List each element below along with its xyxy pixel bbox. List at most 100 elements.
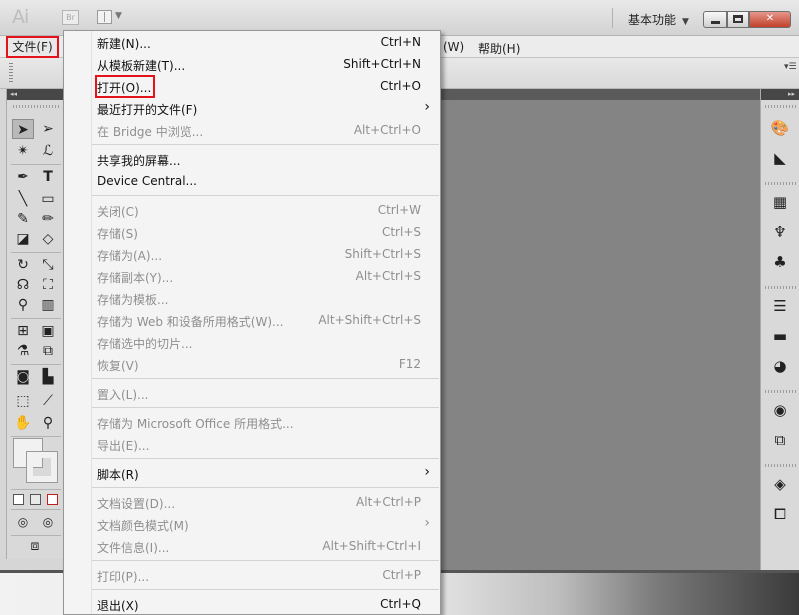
- type-tool-icon[interactable]: T: [37, 167, 59, 187]
- menu-separator: [92, 487, 439, 488]
- bridge-button[interactable]: Br: [62, 10, 79, 25]
- zoom-tool-icon[interactable]: ⚲: [37, 413, 59, 433]
- menu-item-label: 最近打开的文件(F): [97, 103, 198, 117]
- stroke-icon[interactable]: ☰: [770, 296, 790, 316]
- screen-mode-icon[interactable]: ⧈: [24, 536, 46, 556]
- menu-item-browse-in-bridge[interactable]: 在 Bridge 中浏览... Alt+Ctrl+O: [64, 120, 440, 142]
- artboards-icon[interactable]: ⧠: [770, 504, 790, 524]
- menu-item-device-central[interactable]: Device Central...: [64, 171, 440, 193]
- symbols-icon[interactable]: ♣: [770, 252, 790, 272]
- line-segment-tool-icon[interactable]: ╲: [12, 189, 34, 209]
- color-mode-button[interactable]: [13, 494, 24, 505]
- selection-tool-icon[interactable]: ➤: [12, 119, 34, 139]
- pen-tool-icon[interactable]: ✒: [12, 167, 34, 187]
- menu-item-save-as-template[interactable]: 存储为模板...: [64, 288, 440, 310]
- menu-help[interactable]: 帮助(H): [478, 40, 520, 57]
- menu-item-revert[interactable]: 恢复(V) F12: [64, 354, 440, 376]
- menu-item-share-my-screen[interactable]: 共享我的屏幕...: [64, 149, 440, 171]
- control-bar-grip[interactable]: [9, 63, 13, 83]
- artboard-tool-icon[interactable]: ⬚: [12, 391, 34, 411]
- menu-window[interactable]: (W): [443, 40, 464, 54]
- collapse-panel-button[interactable]: ◂◂: [7, 89, 63, 100]
- menu-item-exit[interactable]: 退出(X) Ctrl+Q: [64, 594, 440, 615]
- rotate-tool-icon[interactable]: ↻: [12, 255, 34, 275]
- blob-brush-tool-icon[interactable]: ◪: [12, 229, 34, 249]
- panel-grip[interactable]: [765, 182, 796, 185]
- mesh-tool-icon[interactable]: ⊞: [12, 321, 34, 341]
- panel-grip[interactable]: [765, 390, 796, 393]
- menu-item-shortcut: Shift+Ctrl+N: [343, 57, 421, 71]
- color-icon[interactable]: ◣: [770, 148, 790, 168]
- menu-item-save-as[interactable]: 存储为(A)... Shift+Ctrl+S: [64, 244, 440, 266]
- transparency-icon[interactable]: ◕: [770, 356, 790, 376]
- eyedropper-tool-icon[interactable]: ⚗: [12, 341, 34, 361]
- menu-file[interactable]: 文件(F): [6, 36, 59, 58]
- menu-item-place[interactable]: 置入(L)...: [64, 383, 440, 405]
- lasso-tool-icon[interactable]: ℒ: [37, 141, 59, 161]
- menu-item-close[interactable]: 关闭(C) Ctrl+W: [64, 200, 440, 222]
- graphic-styles-icon[interactable]: ⧉: [770, 430, 790, 450]
- gradient-icon[interactable]: ▬: [770, 326, 790, 346]
- menu-item-print[interactable]: 打印(P)... Ctrl+P: [64, 565, 440, 587]
- menu-item-save-for-office[interactable]: 存储为 Microsoft Office 所用格式...: [64, 412, 440, 434]
- fill-stroke-swatches[interactable]: [13, 438, 59, 484]
- symbol-sprayer-tool-icon[interactable]: ▥: [37, 295, 59, 315]
- slice-tool-icon[interactable]: ⟋: [37, 391, 59, 411]
- menu-item-save[interactable]: 存储(S) Ctrl+S: [64, 222, 440, 244]
- chevron-down-icon: ▼: [682, 17, 689, 27]
- gradient-mode-button[interactable]: [30, 494, 41, 505]
- shape-builder-tool-icon[interactable]: ⚲: [12, 295, 34, 315]
- menu-item-export[interactable]: 导出(E)...: [64, 434, 440, 456]
- pencil-tool-icon[interactable]: ✏: [37, 209, 59, 229]
- draw-mode-icon[interactable]: ◎: [12, 512, 34, 532]
- close-button[interactable]: ✕: [749, 11, 791, 28]
- swatches-icon[interactable]: ▦: [770, 192, 790, 212]
- menu-item-new[interactable]: 新建(N)... Ctrl+N: [64, 32, 440, 54]
- expand-panels-button[interactable]: ▸▸: [761, 89, 799, 100]
- paintbrush-tool-icon[interactable]: ✎: [12, 209, 34, 229]
- panel-grip[interactable]: [765, 105, 796, 108]
- gradient-tool-icon[interactable]: ▣: [37, 321, 59, 341]
- menu-item-scripts[interactable]: 脚本(R) ›: [64, 463, 440, 485]
- blend-tool-icon[interactable]: ⧉: [37, 341, 59, 361]
- menu-item-document-color-mode[interactable]: 文档颜色模式(M) ›: [64, 514, 440, 536]
- eraser-tool-icon[interactable]: ◇: [37, 229, 59, 249]
- arrange-documents-button[interactable]: ▼: [97, 10, 122, 25]
- draw-behind-icon[interactable]: ◎: [37, 512, 59, 532]
- appearance-icon[interactable]: ◉: [770, 400, 790, 420]
- menu-item-shortcut: Ctrl+O: [380, 79, 421, 93]
- rectangle-tool-icon[interactable]: ▭: [37, 189, 59, 209]
- menu-item-save-copy[interactable]: 存储副本(Y)... Alt+Ctrl+S: [64, 266, 440, 288]
- menu-item-label: 新建(N)...: [97, 37, 151, 51]
- none-mode-button[interactable]: [47, 494, 58, 505]
- scale-tool-icon[interactable]: ⤡: [37, 255, 59, 275]
- layers-icon[interactable]: ◈: [770, 474, 790, 494]
- menu-item-open-recent[interactable]: 最近打开的文件(F) ›: [64, 98, 440, 120]
- warp-tool-icon[interactable]: ☊: [12, 275, 34, 295]
- panel-menu-icon[interactable]: ▾☰: [784, 62, 797, 72]
- app-logo: Ai: [12, 6, 29, 28]
- color-guide-icon[interactable]: 🎨: [770, 118, 790, 138]
- workspace-switcher[interactable]: 基本功能 ▼: [628, 11, 689, 28]
- live-paint-tool-icon[interactable]: ◙: [12, 367, 34, 387]
- menu-item-document-setup[interactable]: 文档设置(D)... Alt+Ctrl+P: [64, 492, 440, 514]
- magic-wand-tool-icon[interactable]: ✴: [12, 141, 34, 161]
- menu-item-new-from-template[interactable]: 从模板新建(T)... Shift+Ctrl+N: [64, 54, 440, 76]
- chevron-right-icon: ›: [424, 464, 430, 480]
- direct-selection-tool-icon[interactable]: ➢: [37, 119, 59, 139]
- maximize-button[interactable]: [727, 11, 749, 28]
- menu-item-file-info[interactable]: 文件信息(I)... Alt+Shift+Ctrl+I: [64, 536, 440, 558]
- column-graph-tool-icon[interactable]: ▙: [37, 367, 59, 387]
- minimize-icon: [710, 21, 720, 24]
- minimize-button[interactable]: [703, 11, 727, 28]
- brushes-icon[interactable]: ♆: [770, 222, 790, 242]
- menu-separator: [92, 407, 439, 408]
- menu-item-save-selected-slices[interactable]: 存储选中的切片...: [64, 332, 440, 354]
- stroke-swatch[interactable]: [26, 451, 58, 483]
- panel-grip[interactable]: [13, 105, 59, 108]
- menu-item-save-for-web[interactable]: 存储为 Web 和设备所用格式(W)... Alt+Shift+Ctrl+S: [64, 310, 440, 332]
- panel-grip[interactable]: [765, 286, 796, 289]
- hand-tool-icon[interactable]: ✋: [12, 413, 34, 433]
- panel-grip[interactable]: [765, 464, 796, 467]
- free-transform-tool-icon[interactable]: ⛶: [37, 275, 59, 295]
